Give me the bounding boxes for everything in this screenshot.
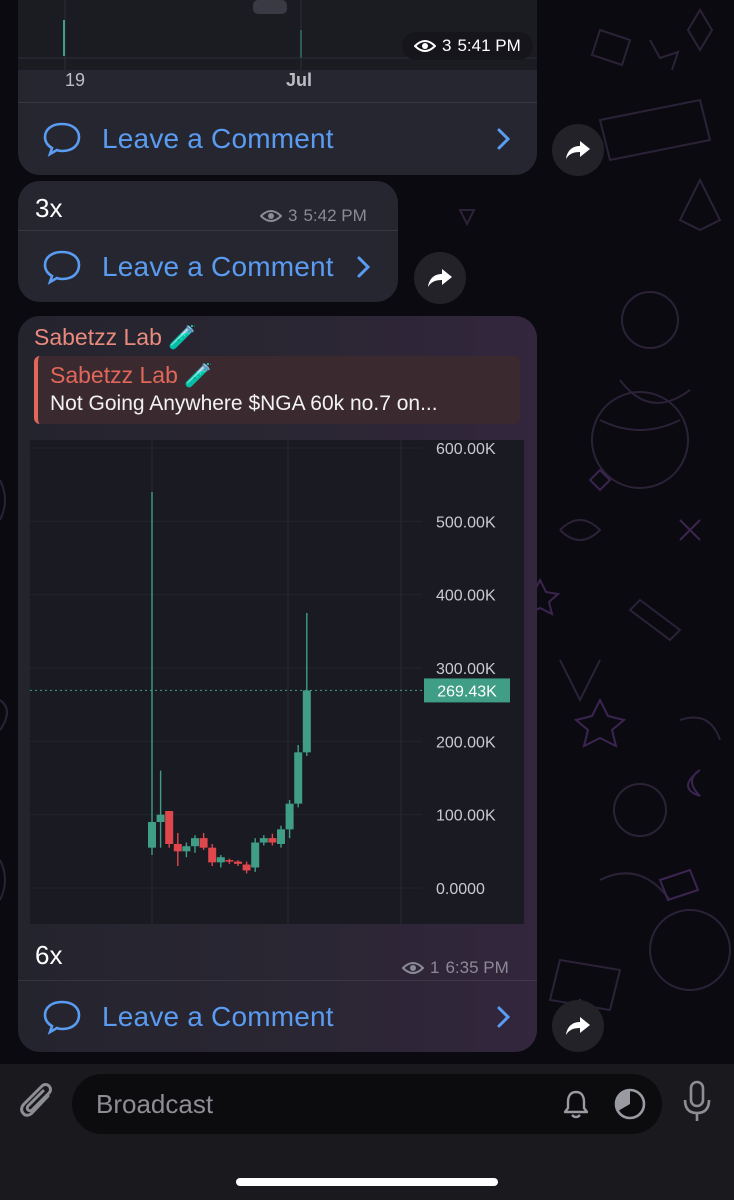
leave-comment-label: Leave a Comment [102, 123, 334, 154]
candle-body [259, 838, 268, 843]
broadcast-input[interactable]: Broadcast [72, 1074, 662, 1134]
forward-arrow-icon [566, 1017, 590, 1035]
view-count: 1 [430, 958, 440, 977]
candle-body [208, 847, 217, 863]
message-meta: 1 6:35 PM [402, 958, 509, 978]
chart-x-tick-month: Jul [286, 70, 313, 90]
comment-bubble-icon [43, 122, 81, 157]
message-bubble: 19 Jul 3 5:41 PM Leave a Comment [18, 0, 537, 175]
comment-bubble-icon [43, 250, 81, 285]
chevron-right-icon [497, 1006, 511, 1028]
candle-body [165, 811, 174, 844]
message-time: 5:41 PM [457, 36, 521, 55]
candle-body [251, 842, 260, 868]
timer-icon[interactable] [612, 1086, 648, 1122]
candle-body [302, 690, 311, 753]
view-time-badge: 3 5:41 PM [402, 32, 533, 60]
message-time: 6:35 PM [445, 958, 509, 977]
candle-body [173, 844, 182, 852]
chart-y-tick-label: 500.00K [436, 514, 496, 531]
candle-body [216, 857, 225, 863]
candle-body [294, 752, 303, 804]
price-chart-image[interactable]: 600.00K 500.00K 400.00K 300.00K 200.00K 100.0… [30, 440, 524, 924]
reply-text: Not Going Anywhere $NGA 60k no.7 on... [50, 392, 438, 415]
candle-body [242, 864, 251, 871]
candle-body [191, 838, 199, 847]
chart-x-tick: 19 [65, 70, 86, 90]
broadcast-placeholder: Broadcast [96, 1089, 214, 1119]
forward-arrow-icon [566, 141, 590, 159]
candle-body [285, 803, 294, 830]
message-meta: 3 5:42 PM [260, 206, 367, 226]
chart-y-tick-label: 300.00K [436, 661, 496, 678]
view-count: 3 [442, 36, 452, 55]
candle-body [277, 829, 285, 844]
chart-y-tick-label: 0.0000 [436, 881, 485, 898]
chart-y-tick-label: 100.00K [436, 808, 496, 825]
candle-body [225, 860, 234, 862]
eye-icon [260, 210, 282, 222]
message-bubble: 3x 3 5:42 PM Leave a Comment [18, 181, 398, 302]
message-text: 3x [35, 193, 63, 223]
chevron-right-icon [357, 256, 371, 278]
leave-comment-button[interactable]: Leave a Comment [18, 980, 537, 1052]
message-bubble: Sabetzz Lab 🧪 Sabetzz Lab 🧪 Not Going An… [18, 316, 537, 1052]
microphone-icon[interactable] [682, 1080, 712, 1124]
leave-comment-label: Leave a Comment [102, 1001, 334, 1032]
view-count: 3 [288, 206, 298, 225]
message-time: 5:42 PM [303, 206, 367, 225]
leave-comment-button[interactable]: Leave a Comment [18, 230, 398, 302]
chart-y-tick-label: 600.00K [436, 441, 496, 458]
bell-icon[interactable] [560, 1088, 592, 1120]
candle-body [148, 822, 156, 848]
eye-icon [414, 40, 436, 52]
chart-y-tick-label: 400.00K [436, 588, 496, 605]
message-author[interactable]: Sabetzz Lab 🧪 [34, 324, 197, 351]
comment-bubble-icon [43, 1000, 81, 1035]
chevron-right-icon [497, 128, 511, 150]
message-text: 6x [35, 940, 63, 970]
reply-quote[interactable]: Sabetzz Lab 🧪 Not Going Anywhere $NGA 60… [34, 356, 520, 424]
candle-body [156, 814, 165, 822]
paperclip-icon[interactable] [18, 1082, 58, 1126]
candle-body [182, 846, 191, 852]
chart-y-tick-label: 200.00K [436, 734, 496, 751]
candle-body [199, 838, 208, 848]
forward-button[interactable] [552, 124, 604, 176]
candlestick-chart: 600.00K 500.00K 400.00K 300.00K 200.00K 100.0… [30, 440, 510, 924]
leave-comment-label: Leave a Comment [102, 251, 334, 282]
forward-button[interactable] [552, 1000, 604, 1052]
reply-author: Sabetzz Lab 🧪 [50, 362, 213, 388]
forward-arrow-icon [428, 269, 452, 287]
leave-comment-button[interactable]: Leave a Comment [18, 102, 537, 174]
home-indicator[interactable] [236, 1178, 498, 1186]
candle-body [268, 838, 277, 843]
eye-icon [402, 962, 424, 974]
candle-body [234, 861, 242, 864]
forward-button[interactable] [414, 252, 466, 304]
current-price-label: 269.43K [437, 683, 497, 700]
